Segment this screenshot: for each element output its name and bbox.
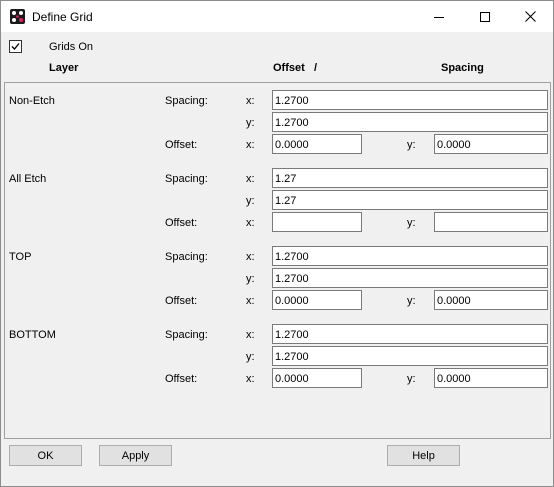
x-label: x:: [246, 95, 255, 107]
spacing-label: Spacing:: [165, 251, 208, 263]
x-label: x:: [246, 329, 255, 341]
close-icon: [524, 11, 536, 22]
offset-label: Offset:: [165, 373, 198, 385]
bottom-offset-y-input[interactable]: [434, 368, 548, 388]
app-icon: [10, 9, 25, 24]
y-label: y:: [246, 273, 255, 285]
y-label: y:: [246, 351, 255, 363]
y-label: y:: [407, 217, 416, 229]
layer-name-bottom: BOTTOM: [9, 329, 56, 341]
y-label: y:: [407, 295, 416, 307]
non-etch-offset-x-input[interactable]: [272, 134, 362, 154]
y-label: y:: [246, 195, 255, 207]
layer-name-all-etch: All Etch: [9, 173, 47, 185]
top-offset-y-input[interactable]: [434, 290, 548, 310]
offset-label: Offset:: [165, 295, 198, 307]
x-label: x:: [246, 295, 255, 307]
offset-label: Offset:: [165, 139, 198, 151]
bottom-spacing-y-input[interactable]: [272, 346, 548, 366]
x-label: x:: [246, 173, 255, 185]
spacing-column-header: Spacing: [441, 62, 484, 74]
define-grid-dialog: Define Grid Grids On Layer Offset / Spac…: [0, 0, 554, 487]
offset-column-header: Offset: [273, 62, 305, 74]
x-label: x:: [246, 217, 255, 229]
checkmark-icon: [11, 43, 20, 50]
spacing-label: Spacing:: [165, 173, 208, 185]
spacing-label: Spacing:: [165, 329, 208, 341]
grids-on-checkbox[interactable]: [9, 40, 22, 53]
non-etch-spacing-y-input[interactable]: [272, 112, 548, 132]
x-label: x:: [246, 373, 255, 385]
top-spacing-y-input[interactable]: [272, 268, 548, 288]
all-etch-spacing-x-input[interactable]: [272, 168, 548, 188]
all-etch-spacing-y-input[interactable]: [272, 190, 548, 210]
layer-name-non-etch: Non-Etch: [9, 95, 55, 107]
all-etch-offset-x-input[interactable]: [272, 212, 362, 232]
top-spacing-x-input[interactable]: [272, 246, 548, 266]
bottom-offset-x-input[interactable]: [272, 368, 362, 388]
maximize-icon: [480, 11, 490, 22]
x-label: x:: [246, 139, 255, 151]
ok-button[interactable]: OK: [9, 445, 82, 466]
y-label: y:: [246, 117, 255, 129]
layer-column-header: Layer: [49, 62, 79, 74]
help-button[interactable]: Help: [387, 445, 460, 466]
offset-label: Offset:: [165, 217, 198, 229]
close-button[interactable]: [507, 1, 553, 32]
apply-button[interactable]: Apply: [99, 445, 172, 466]
x-label: x:: [246, 251, 255, 263]
title-bar: Define Grid: [1, 1, 553, 32]
top-offset-x-input[interactable]: [272, 290, 362, 310]
minimize-icon: [434, 16, 444, 18]
grids-on-label: Grids On: [49, 41, 94, 53]
bottom-spacing-x-input[interactable]: [272, 324, 548, 344]
spacing-label: Spacing:: [165, 95, 208, 107]
y-label: y:: [407, 139, 416, 151]
y-label: y:: [407, 373, 416, 385]
maximize-button[interactable]: [462, 1, 508, 32]
layer-name-top: TOP: [9, 251, 32, 263]
header-separator: /: [314, 62, 318, 74]
minimize-button[interactable]: [416, 1, 462, 32]
non-etch-offset-y-input[interactable]: [434, 134, 548, 154]
window-title: Define Grid: [32, 10, 93, 24]
non-etch-spacing-x-input[interactable]: [272, 90, 548, 110]
all-etch-offset-y-input[interactable]: [434, 212, 548, 232]
